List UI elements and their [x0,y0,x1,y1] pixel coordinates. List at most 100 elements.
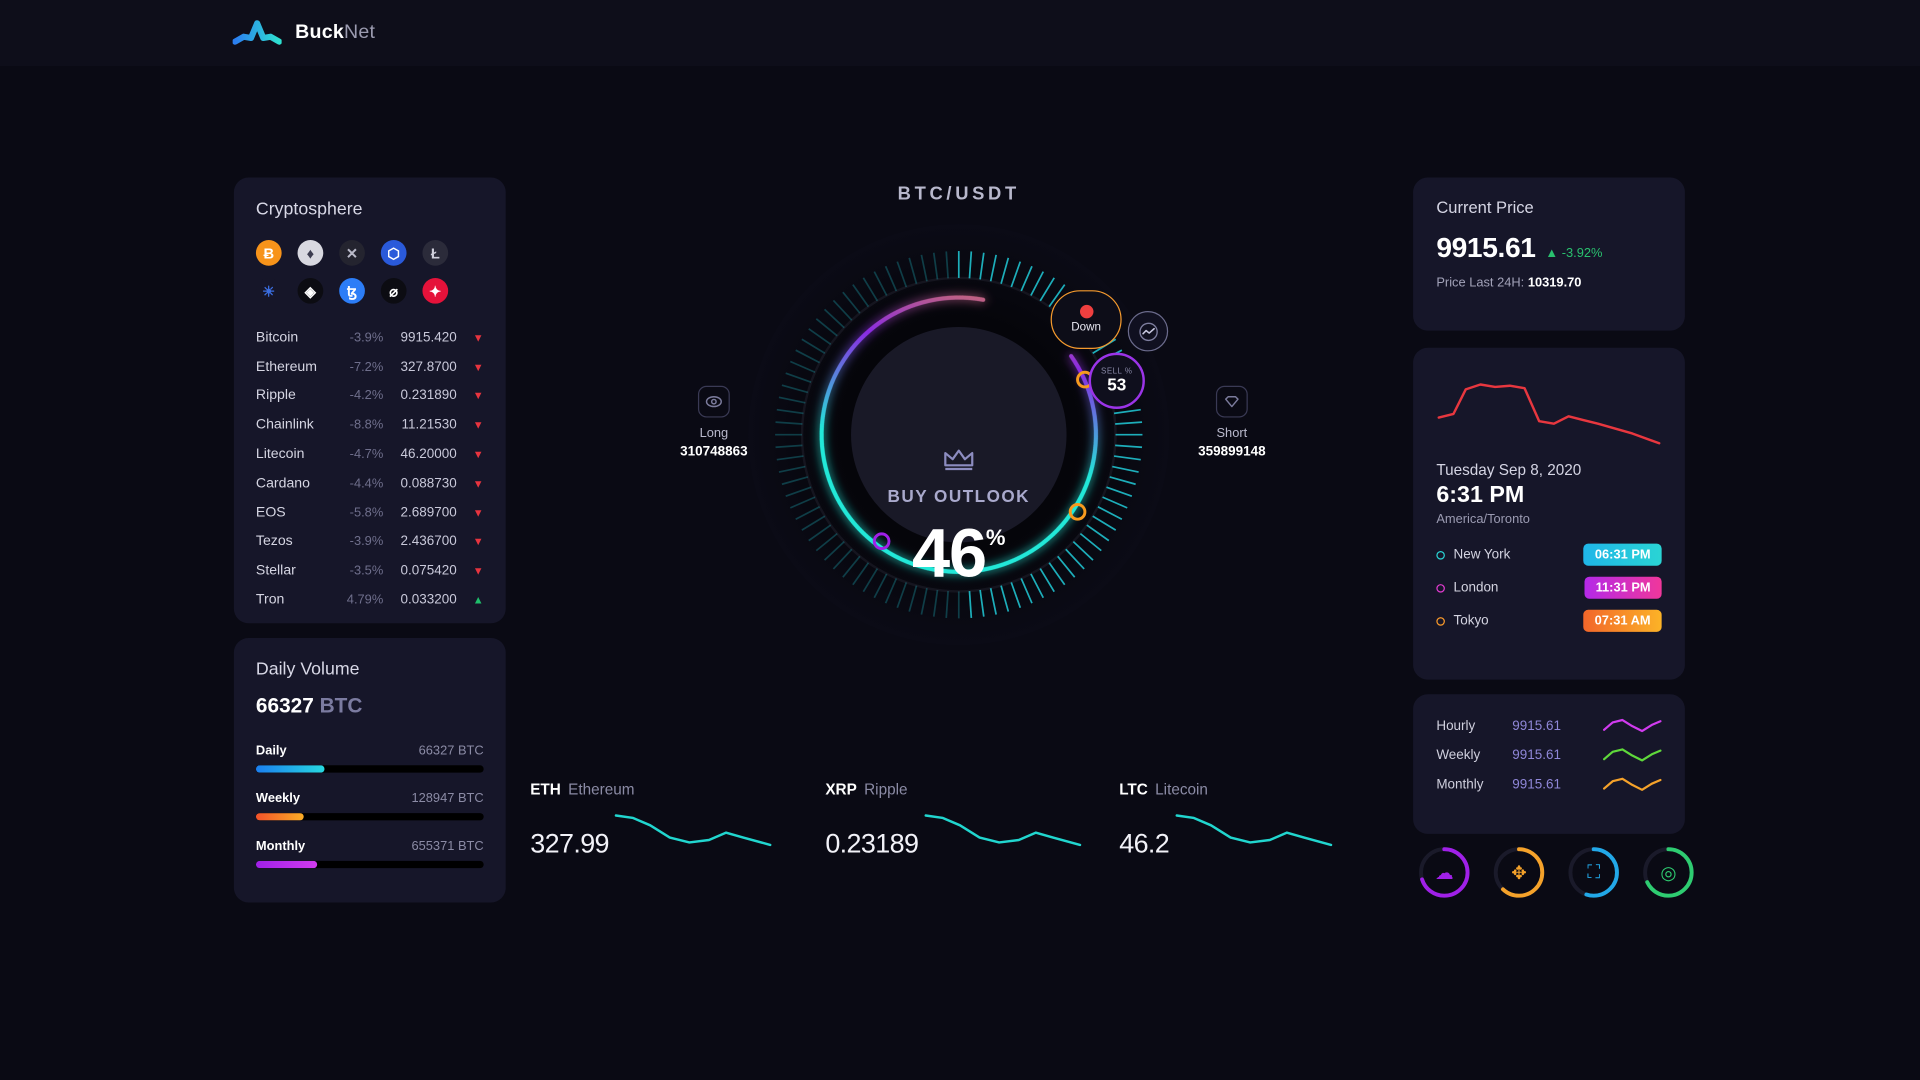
ring-button-icon: ✥ [1511,862,1527,884]
long-label: Long [699,426,729,441]
coin-trend-arrow: ▼ [472,535,484,548]
mini-chart-symbol: ETH [530,781,561,799]
city-name: London [1453,580,1499,596]
current-price-panel: Current Price 9915.61 ▲ -3.92% Price Las… [1413,177,1685,331]
coin-name: Bitcoin [255,330,299,346]
sell-badge-value: 53 [1107,374,1127,395]
table-row[interactable]: Ripple -4.2% 0.231890 ▼ [256,382,484,411]
table-row[interactable]: Tron 4.79% 0.033200 ▲ [256,586,484,615]
coin-trend-arrow: ▼ [472,564,484,578]
coin-trend-arrow: ▼ [472,389,484,403]
city-clock-list: New York 06:31 PM London 11:31 PM Tokyo 07:31… [1436,543,1662,632]
coin-change: 4.79% [346,592,384,608]
bitcoin-icon[interactable]: Ƀ [255,240,282,266]
cloud-ring-button[interactable]: ☁ [1417,845,1472,900]
cardano-icon[interactable]: ☀ [255,277,282,304]
price-last-value: 10319.70 [1527,275,1582,291]
eos-icon[interactable]: ◈ [297,277,324,304]
coin-name: Cardano [255,476,310,491]
brand-name-bold: Buck [295,22,345,43]
table-row[interactable]: Chainlink -8.8% 11.21530 ▼ [256,411,484,440]
change-arrow-icon: ▲ [1545,246,1559,261]
coin-change: -4.2% [349,388,384,404]
crown-icon [944,449,974,471]
down-badge[interactable]: Down [1050,290,1122,349]
coin-price: 0.231890 [400,388,457,404]
ethereum-icon[interactable]: ♦ [297,240,324,266]
mini-chart-value: 46.2 [1119,827,1170,859]
sell-badge[interactable]: SELL % 53 [1088,352,1145,409]
mini-chart[interactable]: LTC Litecoin 46.2 [1119,781,1388,867]
long-stat[interactable]: Long 310748863 [659,385,769,459]
ring-button-icon: ◎ [1660,862,1677,884]
eye-icon [697,385,730,418]
mini-chart-name: Ripple [864,781,908,799]
short-stat[interactable]: Short 359899148 [1177,385,1287,459]
city-clock-row[interactable]: New York 06:31 PM [1436,543,1662,566]
table-row[interactable]: Ethereum -7.2% 327.8700 ▼ [256,352,484,381]
price-last-24h: Price Last 24H: 10319.70 [1436,276,1661,291]
stellar-icon[interactable]: ⌀ [380,277,407,304]
mini-chart-name: Ethereum [568,781,635,799]
table-row[interactable]: Stellar -3.5% 0.075420 ▼ [256,556,484,585]
mini-sparkline [615,814,772,847]
price-sparkline [1436,348,1661,455]
table-row[interactable]: Cardano -4.4% 0.088730 ▼ [256,469,484,498]
volume-bar-fill [255,813,304,821]
current-price-value: 9915.61 [1436,231,1536,264]
current-price-change: ▲ -3.92% [1545,246,1602,261]
daily-volume-amount: 66327 BTC [256,694,484,718]
coin-change: -4.7% [349,447,384,462]
city-clock-row[interactable]: Tokyo 07:31 AM [1436,609,1662,632]
mini-chart-header: LTC Litecoin [1119,781,1388,798]
mini-chart[interactable]: ETH Ethereum 327.99 [530,781,799,867]
chart-circle-button[interactable] [1127,311,1169,352]
coin-change: -7.2% [349,359,384,375]
litecoin-icon[interactable]: Ł [422,240,449,266]
coin-price: 0.033200 [400,592,457,608]
city-clock-row[interactable]: London 11:31 PM [1436,576,1662,599]
ring-button-icon: ☁ [1435,862,1454,884]
volume-bar: Daily 66327 BTC [255,743,484,773]
gauge-caption: BUY OUTLOOK [887,486,1031,506]
chainlink-icon[interactable]: ⬡ [380,240,407,266]
tezos-icon[interactable]: ꜩ [339,277,365,304]
table-row[interactable]: Bitcoin -3.9% 9915.420 ▼ [256,323,484,352]
timeframe-row[interactable]: Monthly 9915.61 [1436,770,1662,799]
coin-name: Tron [255,592,285,608]
coin-name: Stellar [255,563,296,579]
coin-price: 327.8700 [400,359,457,375]
price-last-label: Price Last 24H: [1436,275,1525,291]
tron-icon[interactable]: ✦ [422,277,449,304]
timeframe-label: Monthly [1436,777,1484,793]
timeframe-label: Weekly [1436,748,1481,763]
timeframe-row[interactable]: Weekly 9915.61 [1436,741,1662,770]
mini-chart[interactable]: XRP Ripple 0.23189 [825,781,1094,867]
brand-name-light: Net [344,22,376,43]
mini-chart-name: Litecoin [1155,781,1208,799]
city-name: New York [1453,547,1511,563]
timeframe-value: 9915.61 [1512,748,1561,763]
volume-bar: Weekly 128947 BTC [255,791,484,821]
coin-icon-grid: Ƀ ♦ ✕ ⬡ Ł ☀ ◈ ꜩ ⌀ ✦ [255,240,484,304]
timeframe-row[interactable]: Hourly 9915.61 [1436,711,1662,740]
coin-change: -3.9% [349,330,384,346]
volume-bar: Monthly 655371 BTC [255,839,484,869]
coin-price: 0.088730 [400,476,457,491]
table-row[interactable]: Tezos -3.9% 2.436700 ▼ [256,527,484,556]
volume-bar-label: Daily [255,743,287,758]
compass-ring-button[interactable]: ✥ [1491,845,1546,900]
timeframe-sparkline [1588,774,1662,796]
ripple-icon[interactable]: ✕ [339,240,365,266]
mini-sparkline [1175,814,1333,847]
table-row[interactable]: Litecoin -4.7% 46.20000 ▼ [256,440,484,469]
table-row[interactable]: EOS -5.8% 2.689700 ▼ [256,498,484,527]
volume-bar-value: 66327 BTC [418,743,484,758]
coin-change: -8.8% [349,417,384,433]
shield-ring-button[interactable]: ◎ [1641,845,1696,900]
city-time-badge: 06:31 PM [1583,543,1662,566]
coin-price: 2.436700 [400,534,457,550]
brand-logo-group[interactable]: BuckNet [232,17,376,49]
cryptosphere-title: Cryptosphere [255,199,363,220]
expand-ring-button[interactable]: ⛶ [1566,845,1621,900]
